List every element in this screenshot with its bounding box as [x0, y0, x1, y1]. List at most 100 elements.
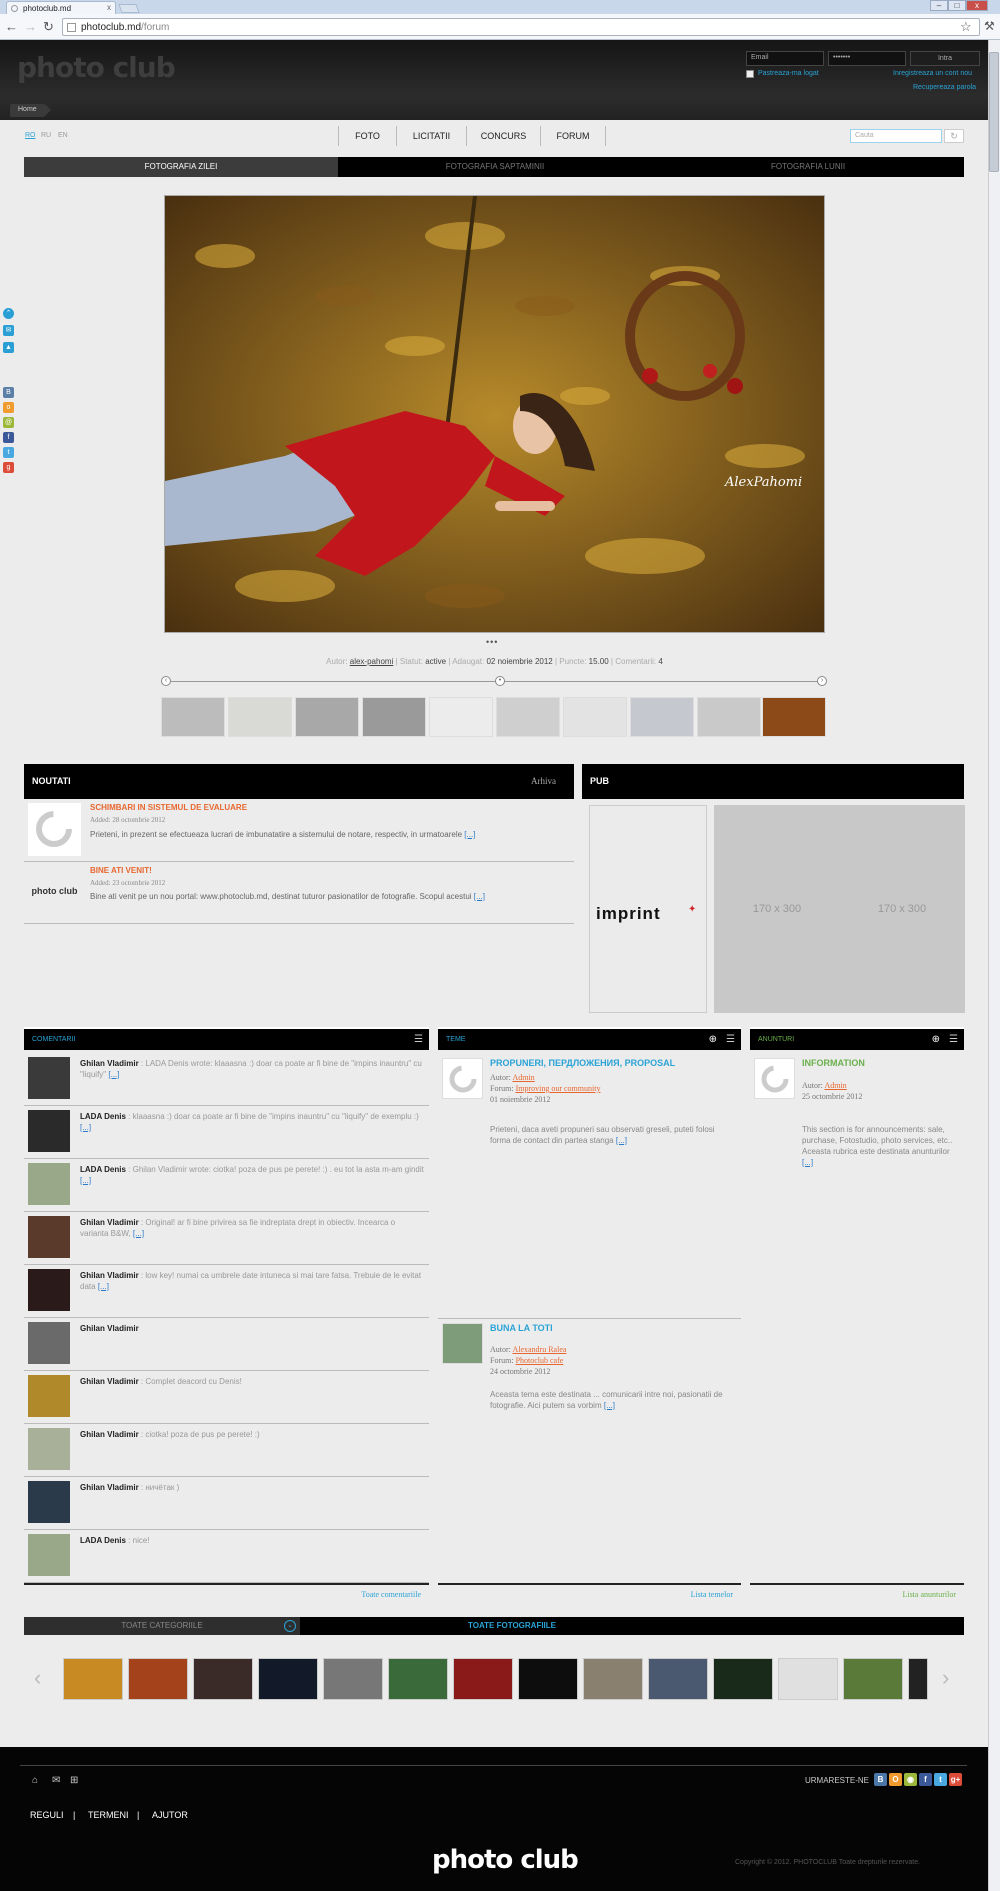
odnoklassniki-icon[interactable]: o: [3, 402, 14, 413]
avatar[interactable]: [28, 1428, 70, 1470]
category-select[interactable]: TOATE CATEGORIILE: [24, 1617, 300, 1635]
ad-slot[interactable]: 170 x 300: [839, 805, 965, 1013]
avatar[interactable]: [28, 1481, 70, 1523]
nav-licitatii[interactable]: LICITATII: [396, 126, 466, 146]
up-icon[interactable]: ⌃: [3, 308, 14, 319]
slider-next-button[interactable]: ›: [817, 676, 827, 686]
gallery-thumb[interactable]: [258, 1658, 318, 1700]
gallery-next-button[interactable]: ›: [942, 1665, 949, 1691]
footer-logo[interactable]: photo club: [432, 1845, 579, 1875]
window-close-button[interactable]: x: [966, 0, 988, 11]
gallery-thumb[interactable]: [843, 1658, 903, 1700]
odnoklassniki-icon[interactable]: O: [889, 1773, 902, 1786]
remember-checkbox[interactable]: [746, 70, 754, 78]
topics-list-link[interactable]: Lista temelor: [438, 1583, 741, 1605]
maximize-button[interactable]: □: [948, 0, 966, 11]
all-photos-link[interactable]: TOATE FOTOGRAFIILE: [300, 1617, 724, 1635]
add-icon[interactable]: ⊕: [709, 1034, 717, 1045]
author-link[interactable]: Admin: [824, 1081, 846, 1090]
read-more-link[interactable]: [...]: [604, 1401, 615, 1410]
search-input[interactable]: Cauta: [850, 129, 942, 143]
news-title[interactable]: BINE ATI VENIT!: [90, 866, 152, 875]
gallery-thumb[interactable]: [518, 1658, 578, 1700]
read-more-link[interactable]: [...]: [802, 1158, 813, 1167]
gallery-thumb[interactable]: [713, 1658, 773, 1700]
thumbnail[interactable]: [496, 697, 560, 737]
read-more-link[interactable]: [...]: [108, 1070, 119, 1079]
forum-link[interactable]: Photoclub cafe: [516, 1356, 564, 1365]
gallery-prev-button[interactable]: ‹: [34, 1665, 41, 1691]
lang-en[interactable]: EN: [58, 132, 68, 139]
thumbnail[interactable]: [295, 697, 359, 737]
comment-author[interactable]: LADA Denis: [80, 1112, 126, 1121]
featured-photo[interactable]: AlexPahomi: [164, 195, 825, 633]
news-archive-link[interactable]: Arhiva: [531, 776, 556, 786]
login-button[interactable]: Intra: [910, 51, 980, 66]
mail-icon[interactable]: ✉: [52, 1775, 60, 1786]
breadcrumb[interactable]: Home: [10, 104, 51, 117]
home-icon[interactable]: ⌂: [32, 1775, 38, 1786]
slider-handle[interactable]: •: [495, 676, 505, 686]
comment-author[interactable]: Ghilan Vladimir: [80, 1324, 139, 1333]
list-icon[interactable]: ☰: [726, 1034, 735, 1045]
avatar[interactable]: [28, 1110, 70, 1152]
read-more-link[interactable]: [...]: [616, 1136, 627, 1145]
gallery-thumb[interactable]: [583, 1658, 643, 1700]
footer-link-help[interactable]: AJUTOR: [152, 1810, 188, 1820]
list-icon[interactable]: ☰: [949, 1034, 958, 1045]
nav-forum[interactable]: FORUM: [540, 126, 606, 146]
lang-ru[interactable]: RU: [41, 132, 51, 139]
address-bar[interactable]: photoclub.md/forum: [62, 18, 980, 36]
avatar[interactable]: [28, 1534, 70, 1576]
scrollbar[interactable]: [988, 40, 1000, 1891]
avatar[interactable]: [28, 1322, 70, 1364]
thumbnail[interactable]: [429, 697, 493, 737]
gallery-thumb[interactable]: [778, 1658, 838, 1700]
twitter-icon[interactable]: t: [3, 447, 14, 458]
add-icon[interactable]: ⊕: [932, 1034, 940, 1045]
vk-icon[interactable]: B: [3, 387, 14, 398]
new-tab-button[interactable]: [118, 4, 140, 13]
author-link[interactable]: alex-pahomi: [350, 657, 394, 666]
nav-foto[interactable]: FOTO: [338, 126, 396, 146]
twitter-icon[interactable]: t: [934, 1773, 947, 1786]
tab-close-icon[interactable]: x: [107, 3, 111, 12]
thumbnail[interactable]: [697, 697, 761, 737]
vk-icon[interactable]: B: [874, 1773, 887, 1786]
comment-author[interactable]: Ghilan Vladimir: [80, 1377, 139, 1386]
mail-icon[interactable]: ✉: [3, 325, 14, 336]
thumbnail-active[interactable]: [762, 697, 826, 737]
graduation-icon[interactable]: ▲: [3, 342, 14, 353]
announcements-list-link[interactable]: Lista anunturilor: [750, 1583, 964, 1605]
comment-author[interactable]: Ghilan Vladimir: [80, 1218, 139, 1227]
all-comments-link[interactable]: Toate comentariile: [24, 1583, 429, 1605]
imprint-ad[interactable]: imprint ✦: [589, 805, 707, 1013]
forward-icon[interactable]: →: [24, 19, 37, 34]
comment-author[interactable]: LADA Denis: [80, 1536, 126, 1545]
scrollbar-thumb[interactable]: [989, 52, 999, 172]
recover-password-link[interactable]: Recupereaza parola: [913, 84, 976, 91]
sitemap-icon[interactable]: ⊞: [70, 1775, 78, 1786]
nav-concurs[interactable]: CONCURS: [466, 126, 540, 146]
topic-title[interactable]: PROPUNERI, ПЕРДЛОЖЕНИЯ, PROPOSAL: [490, 1058, 675, 1068]
comment-author[interactable]: Ghilan Vladimir: [80, 1430, 139, 1439]
avatar[interactable]: [28, 1163, 70, 1205]
gallery-thumb[interactable]: [648, 1658, 708, 1700]
email-field[interactable]: Email: [746, 51, 824, 66]
avatar[interactable]: [28, 1269, 70, 1311]
tab-photo-of-week[interactable]: FOTOGRAFIA SAPTAMINII: [338, 157, 652, 177]
avatar[interactable]: [28, 1057, 70, 1099]
gallery-thumb[interactable]: [193, 1658, 253, 1700]
google-plus-icon[interactable]: g+: [949, 1773, 962, 1786]
back-icon[interactable]: ←: [5, 19, 18, 34]
mailru-icon[interactable]: @: [3, 417, 14, 428]
browser-tab[interactable]: photoclub.md x: [6, 1, 116, 14]
gallery-thumb[interactable]: [388, 1658, 448, 1700]
password-field[interactable]: •••••••: [828, 51, 906, 66]
chevron-down-icon[interactable]: ⌄: [284, 1620, 296, 1632]
read-more-link[interactable]: [...]: [464, 830, 475, 839]
gallery-thumb[interactable]: [323, 1658, 383, 1700]
author-link[interactable]: Admin: [512, 1073, 534, 1082]
minimize-button[interactable]: –: [930, 0, 948, 11]
gallery-thumb[interactable]: [453, 1658, 513, 1700]
